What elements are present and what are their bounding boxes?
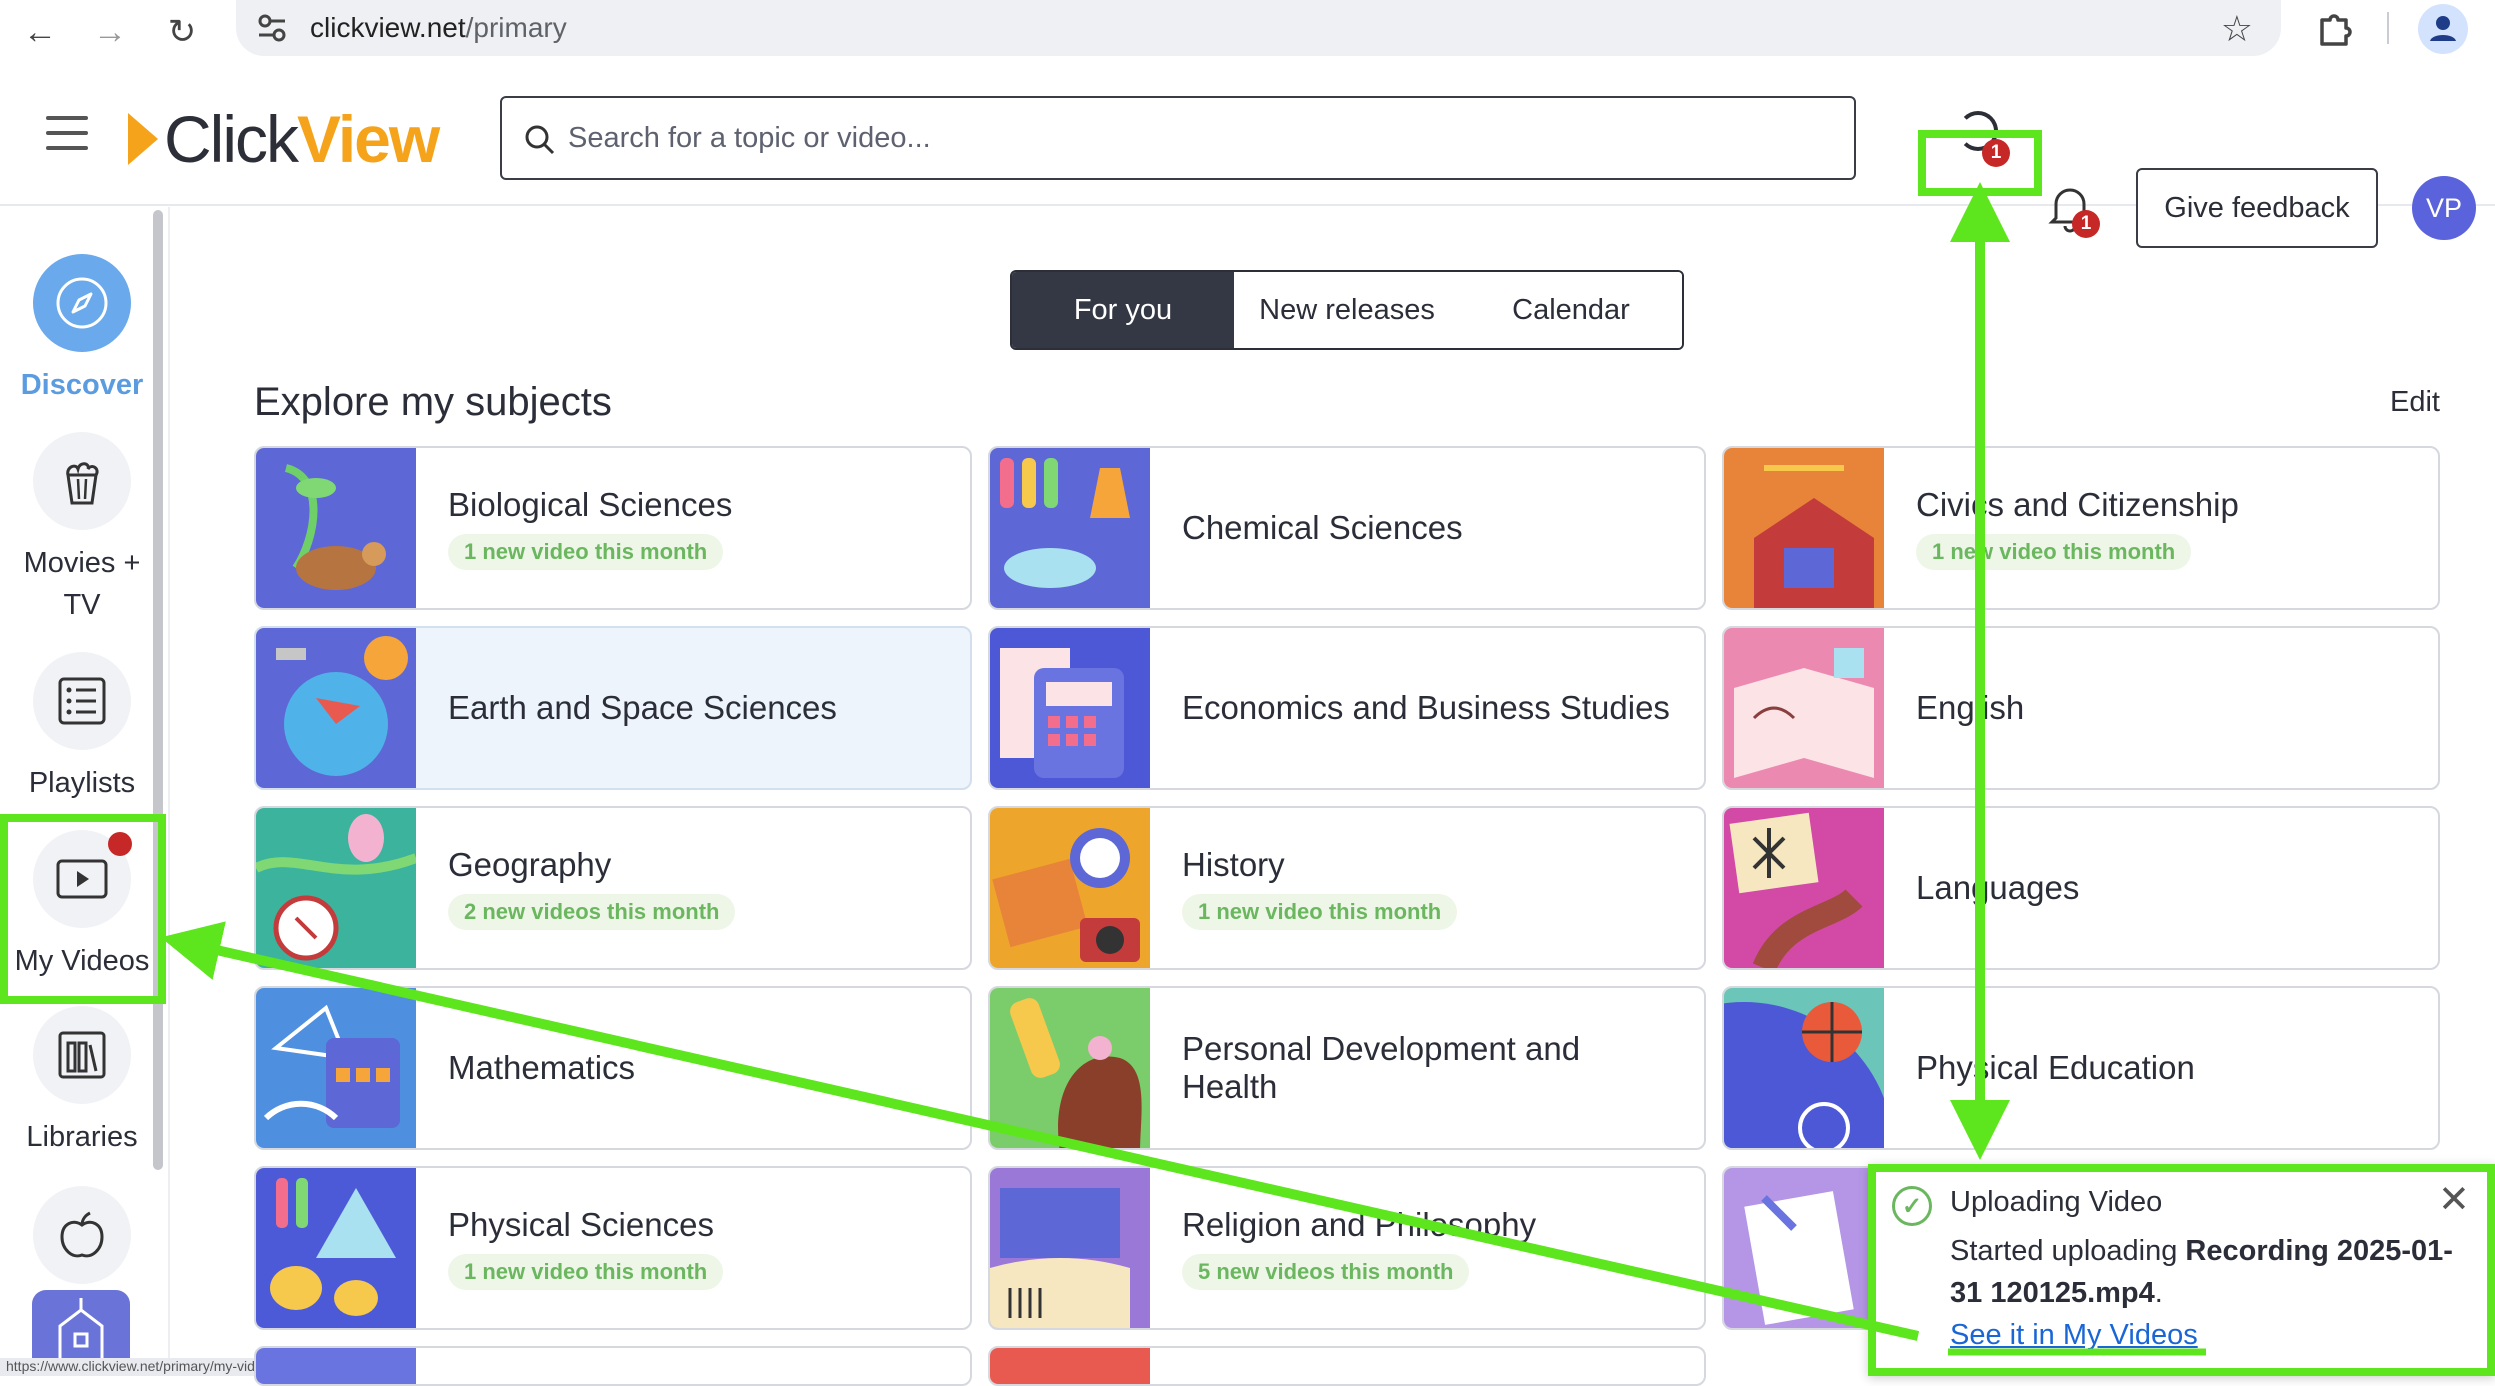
annotation-arrow-to-my-videos [160, 921, 1920, 1341]
annotation-arrows [160, 182, 2206, 1356]
